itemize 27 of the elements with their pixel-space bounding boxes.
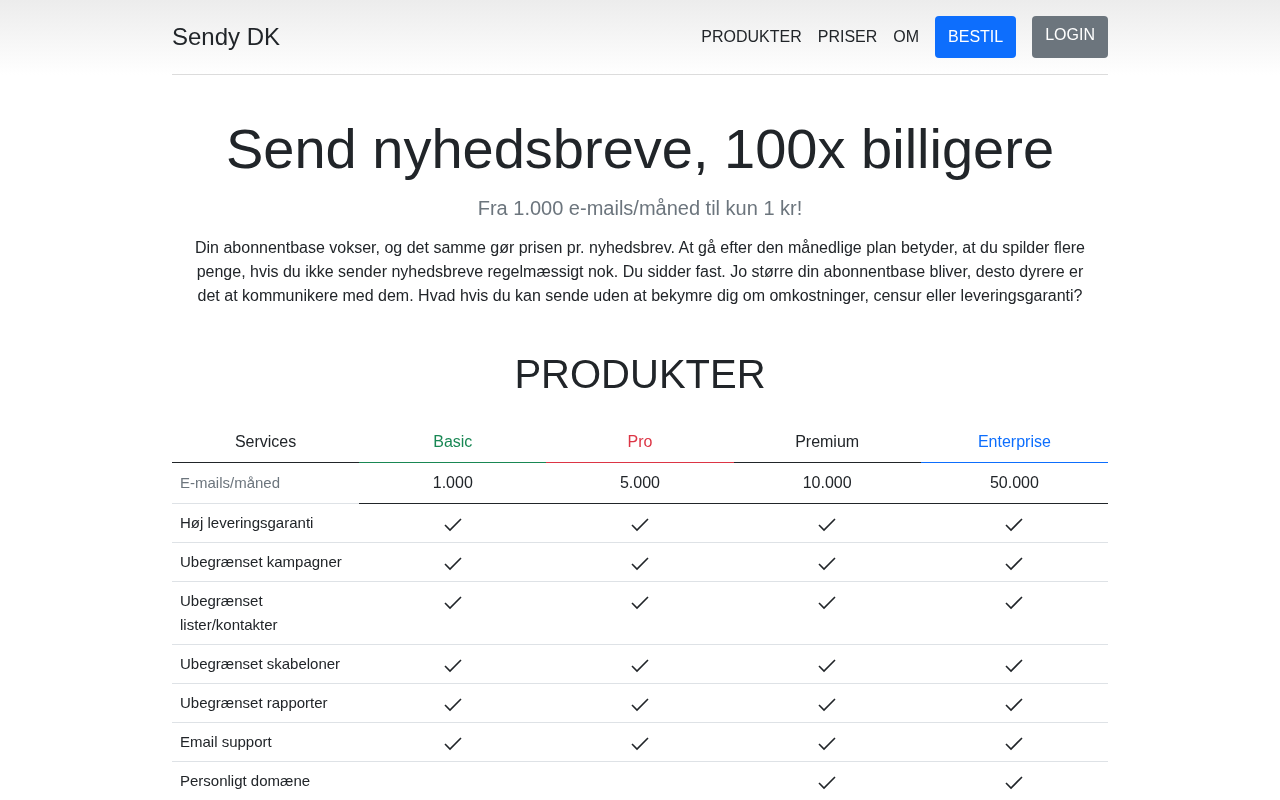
- plan-header: Pro: [546, 422, 734, 463]
- section-heading: PRODUKTER: [513, 351, 767, 398]
- order-button[interactable]: BESTIL: [935, 16, 1017, 58]
- row-label: Høj leveringsgaranti: [172, 503, 360, 543]
- subtitle: Fra 1.000 e-mails/måned til kun 1 kr!: [476, 197, 804, 220]
- table-cell: 1.000: [359, 462, 547, 504]
- row-label: Ubegrænset kampagner: [172, 542, 360, 582]
- table-cell: 10.000: [733, 462, 921, 504]
- row-label: Ubegrænset lister/kontakter: [172, 581, 360, 645]
- column-header: Services: [172, 422, 360, 463]
- table-cell: 50.000: [920, 462, 1108, 504]
- row-label: Email support: [172, 722, 360, 762]
- intro-paragraph: Din abonnentbase vokser, og det samme gør prisen pr. nyhedsbrev. At gå efter den månedlige plan betyder, at du spilder flere penge, hvis du ikke sender nyhedsbreve regelmæssigt nok. Du sidder fast. Jo større din abonnentbase bliver, desto dyrere er det at kommunikere med dem. Hvad hvis du kan sende uden at bekymre dig om omkostninger, censur eller leveringsgaranti?: [194, 238, 1086, 306]
- brand-name[interactable]: Sendy DK: [172, 23, 702, 51]
- nav-link[interactable]: PRODUKTER: [701, 28, 802, 46]
- row-label: Personligt domæne: [172, 761, 360, 800]
- row-label: Ubegrænset skabeloner: [172, 644, 360, 684]
- table-cell: 5.000: [546, 462, 734, 504]
- row-label: Ubegrænset rapporter: [172, 683, 360, 723]
- plan-header: Enterprise: [920, 422, 1108, 463]
- nav-link[interactable]: PRISER: [817, 28, 878, 46]
- plan-header: Basic: [359, 422, 547, 463]
- page-title: Send nyhedsbreve, 100x billigere: [224, 116, 1056, 182]
- nav-link[interactable]: OM: [893, 28, 920, 46]
- login-button[interactable]: LOGIN: [1032, 16, 1108, 58]
- plan-header: Premium: [733, 422, 921, 463]
- row-label: E-mails/måned: [172, 462, 360, 504]
